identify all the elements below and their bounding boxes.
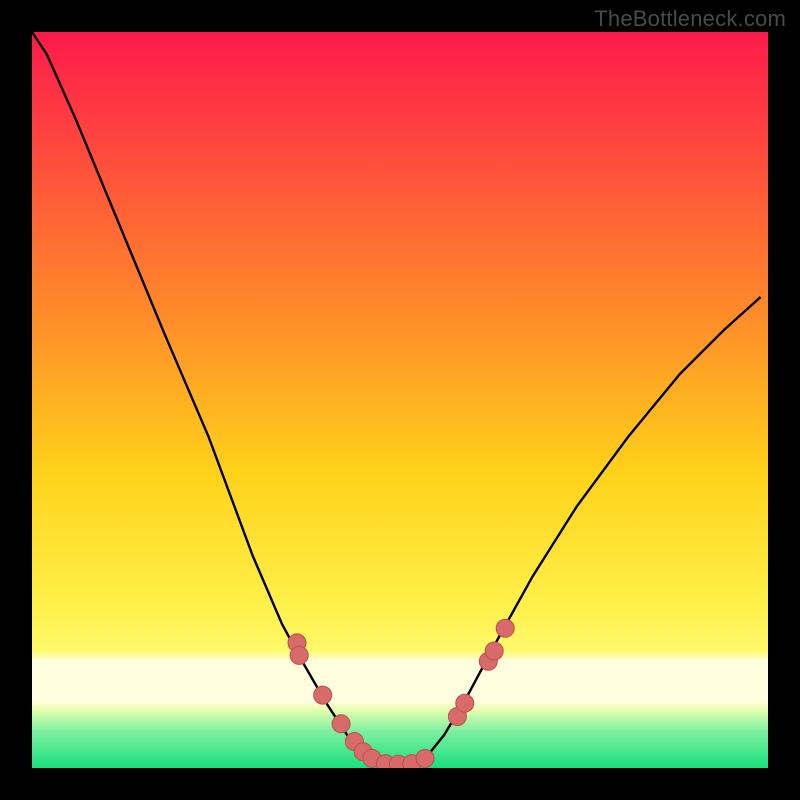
data-marker [485, 642, 503, 660]
data-marker [332, 715, 350, 733]
data-marker [496, 619, 514, 637]
chart-frame: TheBottleneck.com [0, 0, 800, 800]
data-marker [416, 749, 434, 767]
data-marker [314, 686, 332, 704]
bottleneck-chart [32, 32, 768, 768]
watermark-text: TheBottleneck.com [594, 6, 786, 32]
data-marker [290, 646, 308, 664]
data-marker [456, 694, 474, 712]
